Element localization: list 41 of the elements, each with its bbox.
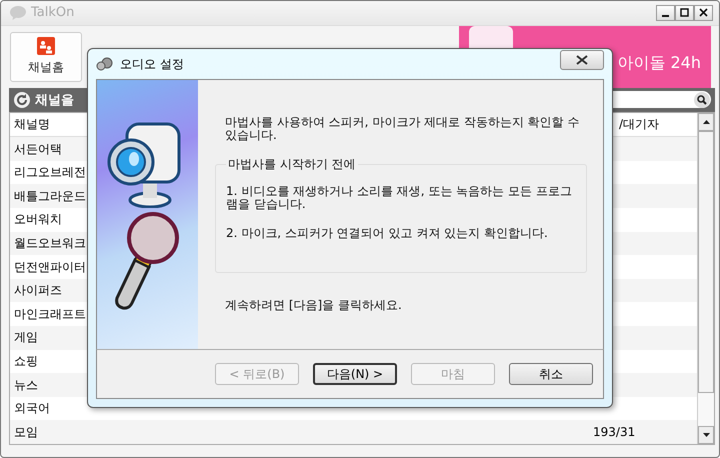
search-icon[interactable] bbox=[694, 92, 710, 108]
channel-name[interactable]: 월드오브워크 bbox=[14, 234, 86, 252]
step-text: 1. 비디오를 재생하거나 소리를 재생, 또는 녹음하는 모든 프로그램을 닫습니다. bbox=[226, 185, 573, 211]
channel-home-button[interactable]: 채널홈 bbox=[10, 32, 82, 82]
channel-name[interactable]: 배틀그라운드 bbox=[14, 188, 86, 205]
dialog-title: 오디오 설정 bbox=[120, 56, 184, 72]
channel-name[interactable]: 오버워치 bbox=[14, 211, 62, 228]
channel-name[interactable]: 게임 bbox=[14, 329, 38, 346]
channel-name[interactable]: 모임 bbox=[14, 424, 38, 441]
column-header[interactable]: /대기자 bbox=[619, 116, 693, 133]
scroll-thumb[interactable] bbox=[698, 130, 714, 393]
close-button[interactable] bbox=[560, 50, 604, 70]
instruction-text: 계속하려면 [다음]을 클릭하세요. bbox=[225, 297, 403, 314]
close-icon[interactable] bbox=[576, 55, 588, 65]
channel-name[interactable]: 던전앤파이터 bbox=[14, 258, 86, 276]
channel-name[interactable]: 리그오브레전 bbox=[14, 164, 86, 182]
dialog-button[interactable]: 다음(N) > bbox=[313, 363, 397, 385]
minimize-button[interactable] bbox=[656, 4, 675, 21]
scrollbar[interactable] bbox=[697, 112, 714, 444]
channel-name[interactable]: 쇼핑 bbox=[14, 352, 38, 370]
group-title: 마법사를 시작하기 전에 bbox=[227, 156, 357, 173]
ad-text: 아이돌 24h bbox=[617, 53, 701, 74]
maximize-button[interactable] bbox=[675, 4, 694, 21]
panel-title: 채널을 bbox=[35, 92, 74, 109]
window-title: TalkOn bbox=[31, 5, 74, 20]
intro-text: 마법사를 사용하여 스피커, 마이크가 제대로 작동하는지 확인할 수 있습니다. bbox=[225, 116, 581, 142]
maximize-icon[interactable] bbox=[680, 8, 689, 18]
column-header[interactable]: 채널명 bbox=[14, 116, 50, 133]
chat-bubble-icon bbox=[9, 4, 27, 21]
channel-name[interactable]: 서든어택 bbox=[14, 140, 62, 158]
step-text: 2. 마이크, 스피커가 연결되어 있고 켜져 있는지 확인합니다. bbox=[226, 227, 549, 240]
dialog-button[interactable]: 취소 bbox=[509, 363, 593, 385]
close-button[interactable] bbox=[694, 4, 713, 21]
channel-name[interactable]: 뉴스 bbox=[14, 376, 38, 394]
refresh-icon[interactable] bbox=[13, 90, 31, 109]
channel-name[interactable]: 사이퍼즈 bbox=[14, 282, 62, 300]
close-icon[interactable] bbox=[699, 8, 708, 18]
user-count: 193/31 bbox=[593, 425, 636, 440]
channel-name[interactable]: 마인크래프트 bbox=[14, 306, 86, 323]
people-icon bbox=[37, 37, 55, 56]
channel-name[interactable]: 외국어 bbox=[14, 400, 50, 418]
